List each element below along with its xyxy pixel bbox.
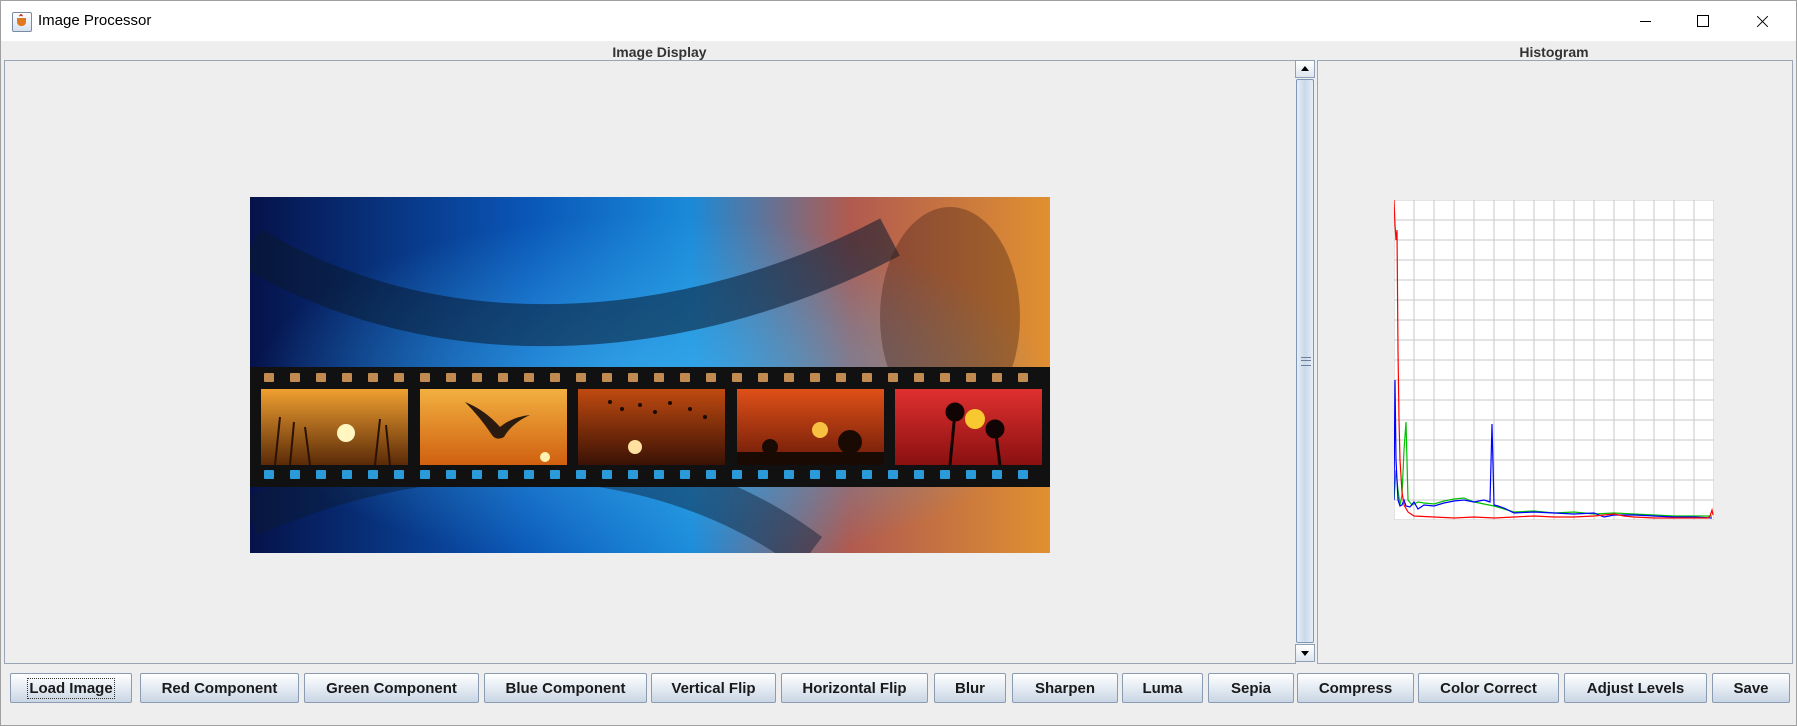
java-cup-icon [12, 12, 32, 32]
scroll-down-button[interactable] [1295, 644, 1315, 662]
button-bar: Load Image Red Component Green Component… [4, 665, 1792, 723]
histogram-title: Histogram [1519, 44, 1589, 60]
horizontal-flip-button[interactable]: Horizontal Flip [781, 673, 928, 703]
load-image-button[interactable]: Load Image [10, 673, 132, 703]
image-display-panel [4, 60, 1296, 664]
green-component-button[interactable]: Green Component [304, 673, 479, 703]
close-button[interactable] [1733, 1, 1791, 41]
scroll-up-button[interactable] [1295, 60, 1315, 78]
blur-button[interactable]: Blur [934, 673, 1006, 703]
histogram-chart [1394, 200, 1714, 520]
luma-button[interactable]: Luma [1122, 673, 1203, 703]
adjust-levels-button[interactable]: Adjust Levels [1564, 673, 1707, 703]
color-correct-button[interactable]: Color Correct [1418, 673, 1559, 703]
grip-icon [1301, 357, 1311, 366]
histogram-panel [1317, 60, 1793, 664]
loaded-image [250, 197, 1050, 553]
scroll-thumb[interactable] [1296, 79, 1314, 643]
vertical-scrollbar[interactable] [1295, 60, 1315, 662]
image-display-title: Image Display [612, 44, 707, 60]
window-title: Image Processor [38, 12, 152, 29]
sepia-button[interactable]: Sepia [1208, 673, 1294, 703]
maximize-button[interactable] [1674, 1, 1732, 41]
sharpen-button[interactable]: Sharpen [1012, 673, 1118, 703]
title-bar[interactable]: Image Processor [1, 1, 1796, 41]
app-window: Image Processor Image Display Histogram [0, 0, 1797, 726]
compress-button[interactable]: Compress [1297, 673, 1414, 703]
save-button[interactable]: Save [1712, 673, 1790, 703]
minimize-button[interactable] [1617, 1, 1675, 41]
vertical-flip-button[interactable]: Vertical Flip [651, 673, 776, 703]
red-component-button[interactable]: Red Component [140, 673, 299, 703]
blue-component-button[interactable]: Blue Component [484, 673, 647, 703]
